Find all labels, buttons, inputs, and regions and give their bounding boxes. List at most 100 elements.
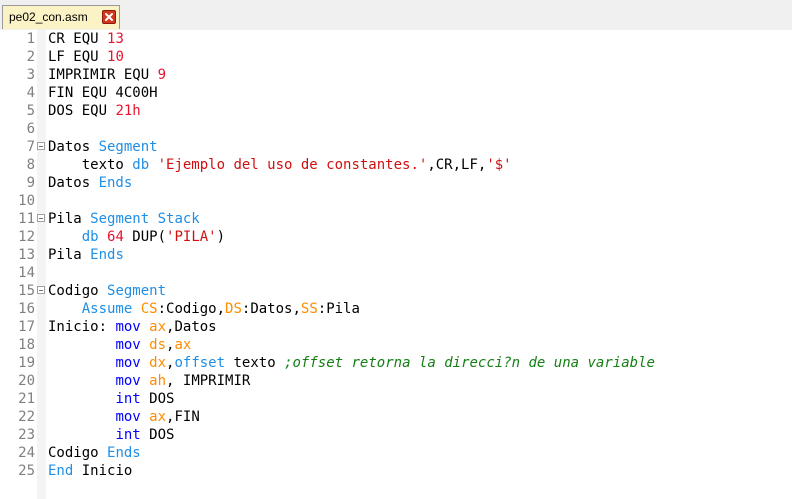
line-number: 12	[18, 229, 35, 245]
tab-pe02-con-asm[interactable]: pe02_con.asm	[2, 5, 120, 29]
code-token-register: DS	[225, 301, 242, 317]
code-text: Pila Segment Stack	[48, 210, 200, 228]
code-line[interactable]: 19 mov dx,offset texto ;offset retorna l…	[0, 354, 792, 372]
line-number: 25	[18, 463, 35, 479]
code-text: mov ds,ax	[48, 336, 191, 354]
code-token-plain: DOS	[140, 427, 175, 443]
code-token-comment: ;offset retorna la direcci?n de una vari…	[284, 355, 655, 371]
code-line[interactable]: 25 End Inicio	[0, 462, 792, 480]
code-token-plain: Pila	[48, 247, 91, 263]
code-line[interactable]: 23 int DOS	[0, 426, 792, 444]
code-token-plain: LF EQU	[48, 49, 108, 65]
code-token-plain: DOS EQU	[48, 103, 116, 119]
line-number: 19	[18, 355, 35, 371]
code-text: Codigo Ends	[48, 444, 141, 462]
line-number: 11	[18, 211, 35, 227]
code-text: Datos Ends	[48, 174, 132, 192]
code-text: FIN EQU 4C00H	[48, 84, 158, 102]
code-text: Assume CS:Codigo,DS:Datos,SS:Pila	[48, 300, 360, 318]
code-token-keyword: Ends	[90, 247, 124, 263]
code-token-plain: Inicio:	[48, 319, 116, 335]
line-number: 4	[26, 85, 35, 101]
code-line[interactable]: 17 Inicio: mov ax,Datos	[0, 318, 792, 336]
code-token-plain: Codigo	[48, 283, 108, 299]
code-token-keyword: Ends	[107, 445, 141, 461]
code-line[interactable]: 22 mov ax,FIN	[0, 408, 792, 426]
fold-toggle-icon[interactable]	[37, 142, 45, 150]
code-token-register: ah	[149, 373, 167, 389]
code-line[interactable]: 15 Codigo Segment	[0, 282, 792, 300]
code-line[interactable]: 16 Assume CS:Codigo,DS:Datos,SS:Pila	[0, 300, 792, 318]
close-icon[interactable]	[102, 10, 116, 24]
line-number: 15	[18, 283, 35, 299]
code-token-number: 64	[107, 229, 124, 245]
code-token-register: ax	[149, 409, 167, 425]
code-line[interactable]: 11 Pila Segment Stack	[0, 210, 792, 228]
code-token-plain: :Datos,	[241, 301, 301, 317]
code-line[interactable]: 20 mov ah, IMPRIMIR	[0, 372, 792, 390]
code-line[interactable]: 2 LF EQU 10	[0, 48, 792, 66]
fold-toggle-icon[interactable]	[37, 214, 45, 222]
code-line[interactable]: 24 Codigo Ends	[0, 444, 792, 462]
code-token-plain: IMPRIMIR EQU	[48, 67, 158, 83]
code-text: CR EQU 13	[48, 30, 124, 48]
code-text: Datos Segment	[48, 138, 158, 156]
line-number: 9	[26, 175, 35, 191]
line-number: 17	[18, 319, 35, 335]
code-line[interactable]: 12 db 64 DUP('PILA')	[0, 228, 792, 246]
code-token-string: '$'	[486, 157, 512, 173]
code-token-plain: ,CR,LF,	[427, 157, 487, 173]
line-number: 6	[26, 121, 35, 137]
code-line[interactable]: 4 FIN EQU 4C00H	[0, 84, 792, 102]
code-token-number: 10	[107, 49, 124, 65]
code-token-plain: ,Datos	[166, 319, 217, 335]
code-line[interactable]: 18 mov ds,ax	[0, 336, 792, 354]
code-editor[interactable]: 1 CR EQU 13 2 LF EQU 10 3 IMPRIMIR EQU 9 4 FIN …	[0, 30, 792, 499]
fold-toggle-icon[interactable]	[37, 286, 45, 294]
line-number: 16	[18, 301, 35, 317]
code-token-plain: FIN EQU 4C00H	[48, 85, 158, 101]
code-line[interactable]: 5 DOS EQU 21h	[0, 102, 792, 120]
code-text: IMPRIMIR EQU 9	[48, 66, 166, 84]
code-lines: 1 CR EQU 13 2 LF EQU 10 3 IMPRIMIR EQU 9 4 FIN …	[0, 30, 792, 480]
code-line[interactable]: 14	[0, 264, 792, 282]
code-token-plain: )	[216, 229, 226, 245]
code-text: mov ah, IMPRIMIR	[48, 372, 250, 390]
code-token-plain: , IMPRIMIR	[166, 373, 251, 389]
code-token-plain: ,FIN	[166, 409, 200, 425]
code-token-keyword: Ends	[98, 175, 133, 191]
code-line[interactable]: 8 texto db 'Ejemplo del uso de constante…	[0, 156, 792, 174]
code-token-instruction: int	[115, 391, 141, 407]
code-text: int DOS	[48, 390, 174, 408]
line-number: 7	[26, 139, 35, 155]
code-token-keyword: End	[48, 463, 74, 479]
code-line[interactable]: 1 CR EQU 13	[0, 30, 792, 48]
tab-bar: pe02_con.asm	[0, 0, 792, 31]
line-number: 3	[26, 67, 35, 83]
line-number: 20	[18, 373, 35, 389]
code-line[interactable]: 13 Pila Ends	[0, 246, 792, 264]
code-line[interactable]: 3 IMPRIMIR EQU 9	[0, 66, 792, 84]
code-line[interactable]: 7 Datos Segment	[0, 138, 792, 156]
code-token-register: CS	[140, 301, 158, 317]
code-text: End Inicio	[48, 462, 132, 480]
code-line[interactable]: 6	[0, 120, 792, 138]
code-token-plain: DUP(	[123, 229, 167, 245]
code-line[interactable]: 10	[0, 192, 792, 210]
line-number: 22	[18, 409, 35, 425]
line-number: 5	[26, 103, 35, 119]
code-line[interactable]: 21 int DOS	[0, 390, 792, 408]
code-token-plain: CR EQU	[48, 31, 108, 47]
code-line[interactable]: 9 Datos Ends	[0, 174, 792, 192]
code-token-instruction: int	[115, 427, 141, 443]
